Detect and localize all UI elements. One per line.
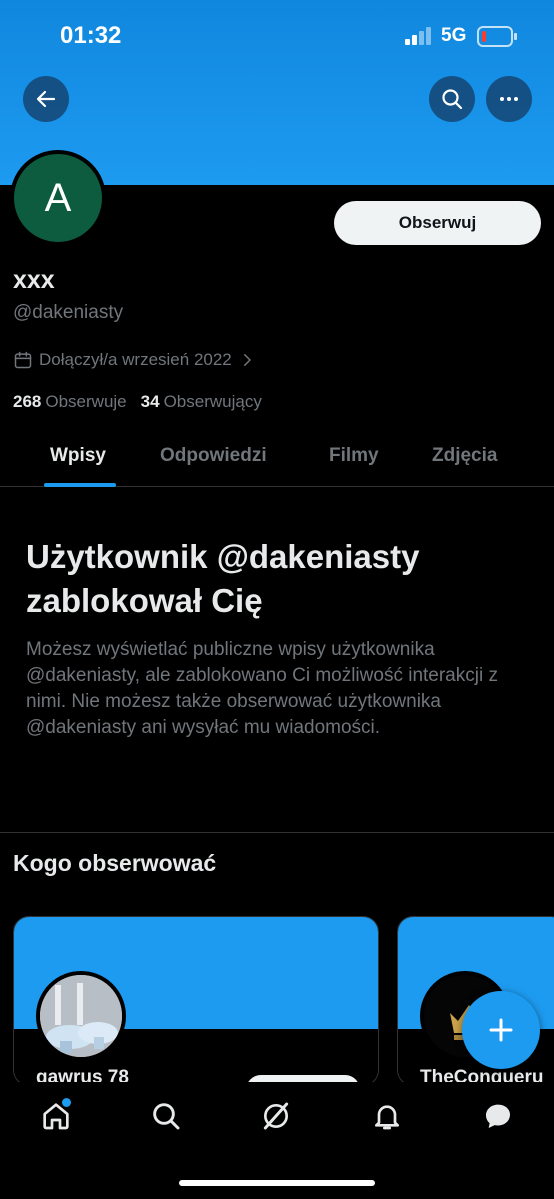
blocked-title: Użytkownik @dakeniasty zablokował Cię bbox=[26, 538, 420, 619]
nav-notifications[interactable] bbox=[367, 1096, 407, 1136]
plus-icon bbox=[489, 1018, 513, 1042]
search-icon bbox=[153, 1103, 180, 1130]
profile-stats: 268 Obserwuje 34 Obserwujący bbox=[13, 392, 262, 412]
user-handle: @dakeniasty bbox=[13, 302, 124, 323]
status-time: 01:32 bbox=[60, 22, 122, 49]
notification-dot bbox=[62, 1098, 71, 1107]
active-tab-indicator bbox=[44, 483, 116, 487]
follow-button[interactable]: Obserwuj bbox=[334, 201, 541, 245]
following-count: 268 bbox=[13, 392, 42, 411]
nav-home[interactable] bbox=[36, 1096, 76, 1136]
nav-search[interactable] bbox=[146, 1096, 186, 1136]
tab-photos[interactable]: Zdjęcia bbox=[432, 445, 497, 467]
joined-date[interactable]: Dołączył/a wrzesień 2022 bbox=[13, 350, 256, 370]
following-link[interactable]: 268 Obserwuje bbox=[13, 392, 127, 412]
search-button[interactable] bbox=[429, 76, 475, 122]
blocked-description: Możesz wyświetlać publiczne wpisy użytko… bbox=[26, 639, 498, 738]
followers-label: Obserwujący bbox=[163, 392, 262, 411]
home-indicator bbox=[179, 1180, 375, 1186]
followers-link[interactable]: 34 Obserwujący bbox=[141, 392, 262, 412]
who-to-follow-title: Kogo obserwować bbox=[13, 850, 217, 876]
calendar-icon bbox=[14, 351, 32, 369]
chevron-right-icon bbox=[243, 354, 251, 366]
signal-icon bbox=[405, 27, 433, 45]
back-button[interactable] bbox=[23, 76, 69, 122]
ellipsis-icon bbox=[500, 97, 518, 101]
status-bar: 01:32 5G bbox=[0, 0, 554, 70]
tab-videos[interactable]: Filmy bbox=[329, 445, 379, 467]
display-name: xxx bbox=[13, 266, 55, 294]
section-divider bbox=[0, 832, 554, 833]
nav-grok[interactable] bbox=[256, 1096, 296, 1136]
avatar-letter: A bbox=[44, 175, 72, 220]
nav-messages[interactable] bbox=[478, 1096, 518, 1136]
more-button[interactable] bbox=[486, 76, 532, 122]
arrow-left-icon bbox=[36, 90, 56, 108]
joined-text: Dołączył/a wrzesień 2022 bbox=[39, 350, 232, 369]
followers-count: 34 bbox=[140, 392, 160, 411]
following-label: Obserwuje bbox=[45, 392, 127, 411]
bell-icon bbox=[375, 1105, 399, 1130]
grok-icon bbox=[263, 1102, 289, 1130]
suggestion-card[interactable]: gawrus 78 bbox=[13, 916, 379, 1086]
avatar[interactable]: A bbox=[10, 150, 106, 246]
profile-tabs: Wpisy Odpowiedzi Filmy Zdjęcia bbox=[0, 433, 554, 487]
tab-replies[interactable]: Odpowiedzi bbox=[160, 445, 267, 467]
tab-posts[interactable]: Wpisy bbox=[50, 445, 106, 467]
compose-post-button[interactable] bbox=[462, 991, 540, 1069]
battery-icon bbox=[477, 26, 517, 47]
messages-icon bbox=[486, 1104, 510, 1128]
card-avatar bbox=[36, 971, 126, 1061]
bottom-nav bbox=[0, 1082, 554, 1199]
network-type: 5G bbox=[441, 25, 467, 46]
search-icon bbox=[442, 89, 463, 110]
shoes-photo-icon bbox=[40, 975, 122, 1057]
